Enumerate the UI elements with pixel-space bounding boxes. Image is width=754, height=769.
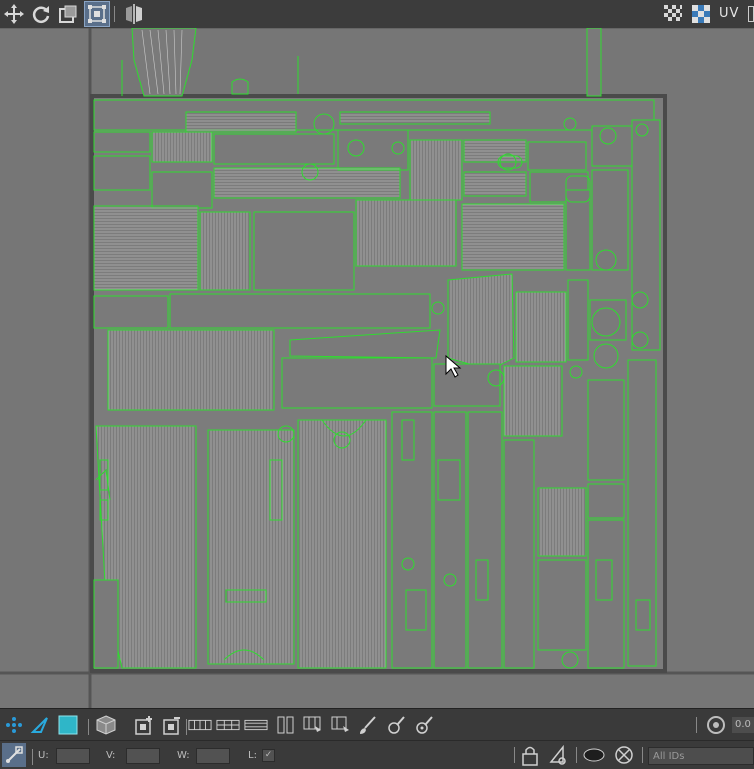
v-field[interactable] [126,748,160,764]
value-field[interactable]: 0.0 [732,717,754,733]
shrink-icon[interactable] [160,713,184,737]
uv-channel-label[interactable]: UV [719,6,739,21]
uv-viewport[interactable] [0,28,754,708]
uv-islands-outside [121,28,602,97]
scale-icon[interactable] [56,2,80,26]
uv-canvas[interactable] [0,28,754,708]
texture-icon[interactable] [689,2,713,26]
ring-icon[interactable] [216,713,240,737]
pin-icon[interactable] [384,713,408,737]
column-select-icon[interactable] [274,713,298,737]
coordinates-toolbar: U: V: W: L: ✓ All IDs [0,740,754,769]
selection-toolbar: 0.0 [0,708,754,741]
w-field[interactable] [196,748,230,764]
checker-icon[interactable] [661,2,685,26]
lock-icon[interactable] [518,743,542,767]
point-to-point-icon[interactable] [328,713,352,737]
grow-icon[interactable] [132,713,156,737]
lock-checkbox[interactable]: ✓ [262,749,275,762]
uv-editor-toolbar: UV [0,0,754,29]
freeform-icon[interactable] [84,1,110,27]
u-field[interactable] [56,748,90,764]
id-filter-select[interactable]: All IDs [648,747,754,765]
vertex-select-icon[interactable] [2,713,26,737]
toolbar-separator [88,719,89,735]
gear-icon[interactable] [704,713,728,737]
brush-icon[interactable] [356,713,380,737]
rotate-icon[interactable] [29,2,53,26]
toolbar-separator [186,719,187,735]
panel-toggle-icon[interactable] [748,6,754,22]
toolbar-separator [576,747,577,763]
relax-icon[interactable] [412,713,436,737]
toolbar-separator [696,717,697,733]
l-label: L: [248,750,257,761]
loop-icon[interactable] [188,713,212,737]
ring-grid-icon[interactable] [244,713,268,737]
filter-icon[interactable] [612,743,636,767]
move-icon[interactable] [2,2,26,26]
toolbar-separator [114,6,115,22]
mirror-icon[interactable] [122,2,146,26]
show-icon[interactable] [582,743,606,767]
toolbar-separator [642,747,643,763]
v-label: V: [106,750,116,761]
absolute-mode-icon[interactable] [2,743,26,767]
face-select-icon[interactable] [56,713,80,737]
w-label: W: [177,750,190,761]
u-label: U: [38,750,49,761]
edge-select-icon[interactable] [28,713,52,737]
path-select-icon[interactable] [300,713,324,737]
paint-select-icon[interactable] [546,743,570,767]
element-cube-icon[interactable] [94,713,118,737]
toolbar-separator [514,747,515,763]
toolbar-separator [32,749,33,765]
